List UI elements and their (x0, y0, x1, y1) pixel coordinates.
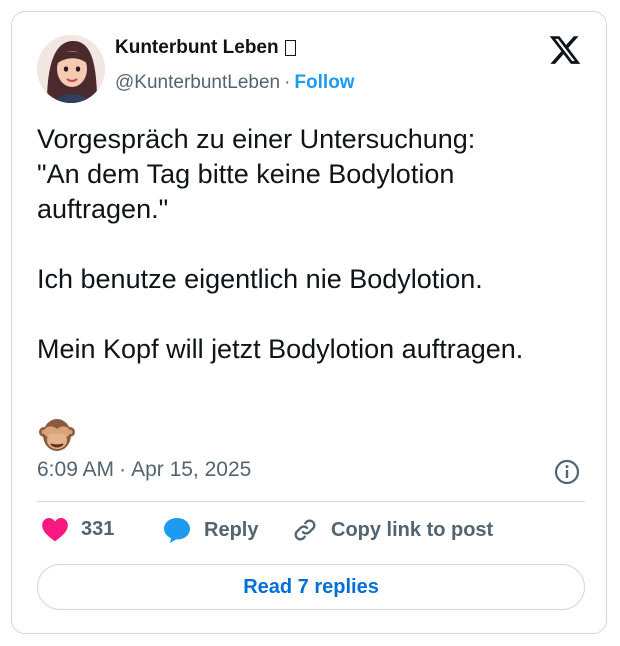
x-logo-icon[interactable] (548, 33, 582, 67)
post-text-line: "An dem Tag bitte keine Bodylotion (37, 159, 455, 189)
post-text-line (37, 227, 597, 262)
heart-icon (42, 518, 68, 542)
post-time: 6:09 AM (37, 458, 115, 481)
reply-label: Reply (204, 518, 259, 541)
copy-link-button[interactable]: Copy link to post (291, 516, 493, 544)
divider (37, 501, 585, 502)
author-handle[interactable]: @KunterbuntLeben (115, 72, 280, 93)
author-display-name[interactable]: Kunterbunt Leben (115, 37, 279, 59)
post-card: Kunterbunt Leben @KunterbuntLeben · Follow… (11, 11, 607, 634)
post-text-line: Mein Kopf will jetzt Bodylotion auftrage… (37, 334, 524, 364)
author-handle-row: @KunterbuntLeben · Follow (115, 72, 355, 94)
link-icon (294, 519, 316, 541)
like-button[interactable]: 331 (41, 516, 114, 542)
post-date: Apr 15, 2025 (131, 458, 252, 481)
copy-link-label: Copy link to post (331, 518, 494, 541)
see-no-evil-monkey-icon (37, 415, 77, 455)
timestamp-separator: · (119, 458, 127, 481)
handle-separator: · (284, 72, 291, 93)
speech-bubble-icon (164, 518, 190, 543)
like-count: 331 (81, 517, 115, 540)
post-timestamp[interactable]: 6:09 AM · Apr 15, 2025 (37, 458, 251, 482)
avatar[interactable] (37, 35, 105, 103)
read-replies-button[interactable]: Read 7 replies (37, 564, 585, 610)
post-text-line: Ich benutze eigentlich nie Bodylotion. (37, 264, 483, 294)
unsupported-glyph-icon (284, 40, 296, 56)
post-text: Vorgespräch zu einer Untersuchung: "An d… (37, 122, 597, 367)
follow-button[interactable]: Follow (294, 72, 354, 93)
post-text-line: auftragen." (37, 194, 169, 224)
info-icon[interactable] (553, 458, 581, 486)
author-name-row: Kunterbunt Leben (115, 37, 296, 59)
post-text-line (37, 297, 597, 332)
reply-button[interactable]: Reply (162, 516, 258, 544)
post-text-line: Vorgespräch zu einer Untersuchung: (37, 124, 476, 154)
